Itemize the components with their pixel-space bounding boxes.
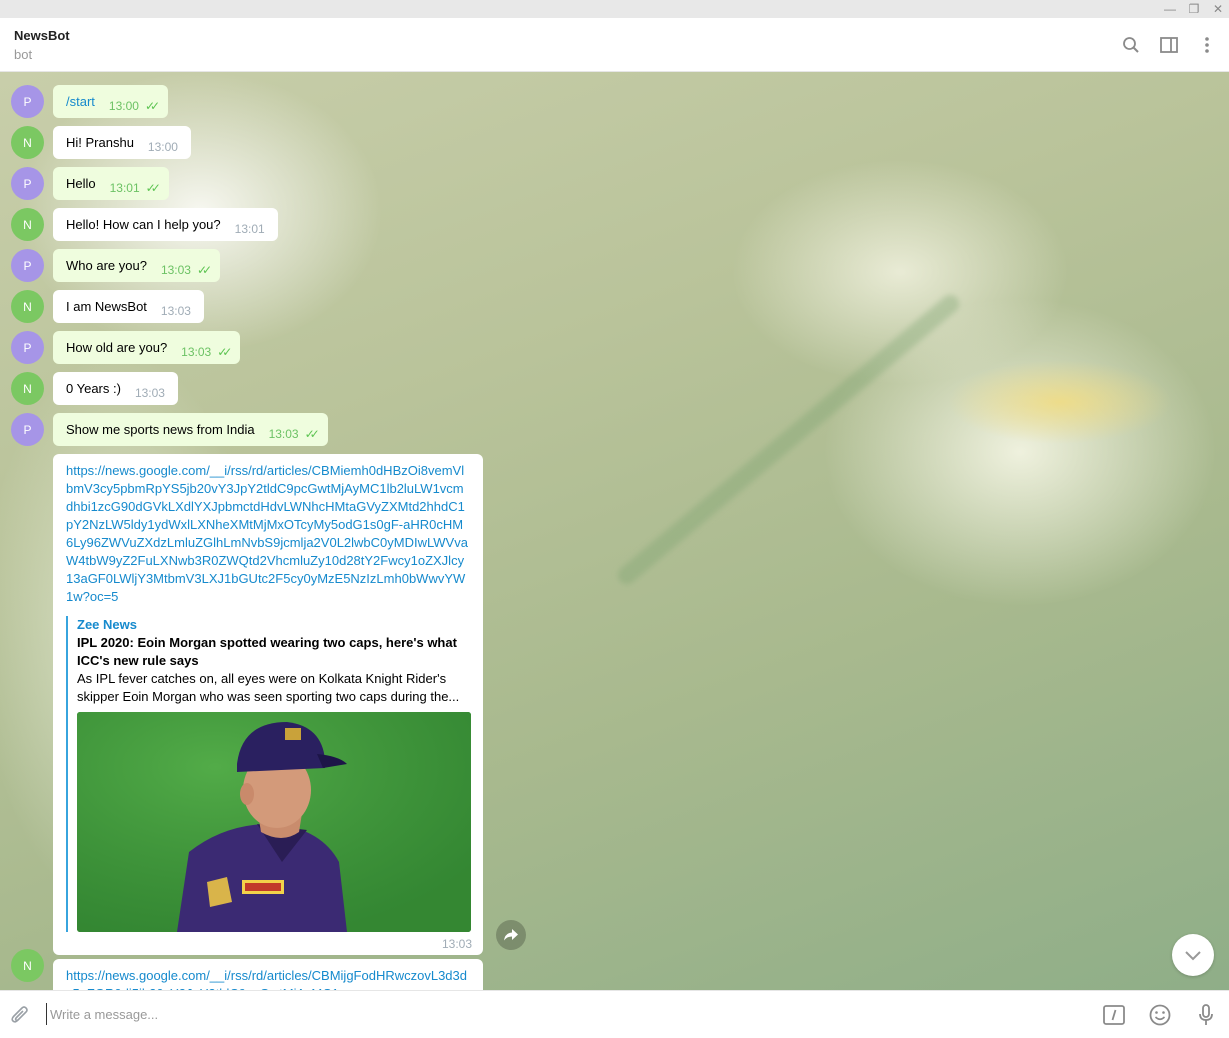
- message-text: Who are you?: [66, 258, 147, 273]
- news-message-bubble[interactable]: https://news.google.com/__i/rss/rd/artic…: [53, 959, 483, 990]
- more-vert-icon[interactable]: [1194, 32, 1220, 58]
- message-text: Show me sports news from India: [66, 422, 255, 437]
- message-time: 13:03: [134, 385, 165, 400]
- message-composer: [0, 990, 1229, 1038]
- message-bubble[interactable]: 0 Years :) 13:03: [53, 372, 178, 405]
- message-input[interactable]: [46, 1003, 1086, 1025]
- read-check-icon: ✓✓: [196, 262, 212, 277]
- preview-site-name: Zee News: [77, 617, 137, 632]
- chat-history[interactable]: P /start 13:00 ✓✓ N Hi! Pranshu 13:00 P …: [0, 72, 1229, 990]
- microphone-icon[interactable]: [1192, 1001, 1220, 1029]
- chat-title[interactable]: NewsBot: [14, 28, 70, 43]
- message-bubble[interactable]: Hello! How can I help you? 13:01: [53, 208, 278, 241]
- chat-header: NewsBot bot: [0, 18, 1229, 72]
- search-icon[interactable]: [1118, 32, 1144, 58]
- message-text: I am NewsBot: [66, 299, 147, 314]
- preview-title: IPL 2020: Eoin Morgan spotted wearing tw…: [77, 635, 457, 668]
- avatar[interactable]: N: [11, 949, 44, 982]
- message-time: 13:03: [441, 937, 472, 951]
- bot-command-link[interactable]: /start: [66, 94, 95, 109]
- avatar[interactable]: P: [11, 85, 44, 118]
- message-time: 13:03: [268, 426, 299, 441]
- avatar[interactable]: N: [11, 208, 44, 241]
- minimize-button[interactable]: —: [1158, 0, 1182, 18]
- message-bubble[interactable]: Show me sports news from India 13:03 ✓✓: [53, 413, 328, 446]
- chat-status: bot: [14, 47, 33, 62]
- avatar[interactable]: N: [11, 290, 44, 323]
- message-bubble[interactable]: How old are you? 13:03 ✓✓: [53, 331, 241, 364]
- avatar[interactable]: N: [11, 372, 44, 405]
- restore-button[interactable]: ❐: [1182, 0, 1206, 18]
- message-bubble[interactable]: Who are you? 13:03 ✓✓: [53, 249, 221, 282]
- message-bubble[interactable]: Hello 13:01 ✓✓: [53, 167, 169, 200]
- preview-description: skipper Eoin Morgan who was seen sportin…: [77, 689, 460, 704]
- read-check-icon: ✓✓: [217, 344, 232, 359]
- emoji-icon[interactable]: [1146, 1001, 1174, 1029]
- news-link[interactable]: https://news.google.com/__i/rss/rd/artic…: [66, 462, 470, 606]
- share-forward-button[interactable]: [496, 920, 526, 950]
- message-time: 13:01: [234, 221, 265, 236]
- bot-commands-icon[interactable]: [1100, 1001, 1128, 1029]
- avatar[interactable]: P: [11, 167, 44, 200]
- message-time: 13:00: [108, 98, 139, 113]
- message-time: 13:03: [160, 262, 191, 277]
- avatar[interactable]: N: [11, 126, 44, 159]
- message-time: 13:03: [181, 344, 212, 359]
- message-text: 0 Years :): [66, 381, 121, 396]
- read-check-icon: ✓✓: [304, 426, 320, 441]
- message-time: 13:00: [147, 139, 178, 154]
- message-text: How old are you?: [66, 340, 168, 355]
- avatar[interactable]: P: [11, 413, 44, 446]
- read-check-icon: ✓✓: [144, 98, 160, 113]
- window-titlebar: — ❐ ✕: [0, 0, 1229, 18]
- message-text: Hello: [66, 176, 96, 191]
- message-text: Hello! How can I help you?: [66, 217, 221, 232]
- news-message-bubble[interactable]: https://news.google.com/__i/rss/rd/artic…: [53, 454, 483, 955]
- sidebar-toggle-icon[interactable]: [1156, 32, 1182, 58]
- close-window-button[interactable]: ✕: [1206, 0, 1229, 18]
- message-bubble[interactable]: /start 13:00 ✓✓: [53, 85, 169, 118]
- read-check-icon: ✓✓: [145, 180, 161, 195]
- scroll-to-bottom-button[interactable]: [1172, 934, 1214, 976]
- news-link[interactable]: https://news.google.com/__i/rss/rd/artic…: [66, 967, 470, 990]
- avatar[interactable]: P: [11, 331, 44, 364]
- message-text: Hi! Pranshu: [66, 135, 134, 150]
- avatar[interactable]: P: [11, 249, 44, 282]
- link-preview[interactable]: Zee News IPL 2020: Eoin Morgan spotted w…: [66, 616, 471, 932]
- preview-description: As IPL fever catches on, all eyes were o…: [77, 671, 447, 686]
- message-time: 13:03: [160, 303, 191, 318]
- preview-image[interactable]: [77, 712, 471, 932]
- message-time: 13:01: [109, 180, 140, 195]
- message-bubble[interactable]: Hi! Pranshu 13:00: [53, 126, 191, 159]
- message-bubble[interactable]: I am NewsBot 13:03: [53, 290, 204, 323]
- attach-icon[interactable]: [6, 1001, 34, 1029]
- background-decoration: [614, 291, 963, 588]
